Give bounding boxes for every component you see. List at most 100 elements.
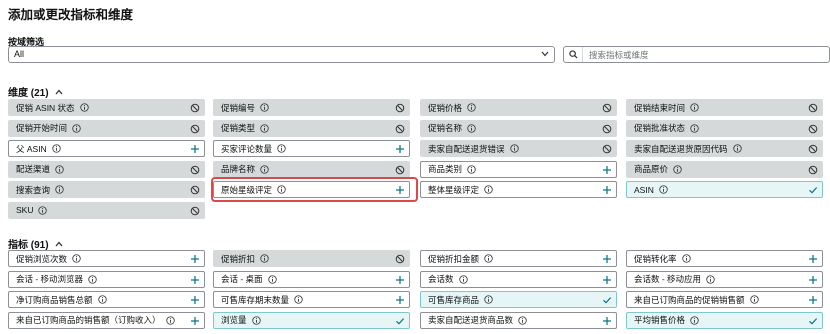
metrics-item[interactable]: 卖家自配送退货商品数 <box>420 311 617 329</box>
info-icon[interactable] <box>458 274 468 284</box>
info-icon[interactable] <box>52 144 61 153</box>
metrics-item[interactable]: 促销浏览次数 <box>8 250 205 267</box>
metrics-item[interactable]: 净订购商品销售总额 <box>8 291 205 308</box>
dimensions-section-header[interactable]: 维度 (21) <box>8 84 63 99</box>
dimensions-item[interactable]: 商品类别 <box>420 160 617 178</box>
dimensions-item: 促销结束时间 <box>626 99 823 116</box>
info-icon[interactable] <box>690 315 699 325</box>
info-icon[interactable] <box>72 254 81 263</box>
plus-icon[interactable] <box>395 295 405 305</box>
metrics-item[interactable]: 来自已订购商品的销售额（订购收入） <box>8 311 205 329</box>
check-icon[interactable] <box>395 316 405 326</box>
blocked-icon <box>190 165 200 175</box>
metrics-section-title: 指标 (91) <box>8 240 49 251</box>
info-icon[interactable] <box>690 123 699 133</box>
plus-icon[interactable] <box>602 254 612 264</box>
dimensions-item: 促销开始时间 <box>8 119 205 137</box>
info-icon[interactable] <box>467 123 476 133</box>
plus-icon[interactable] <box>602 316 612 326</box>
dimensions-item-label: 商品原价 <box>634 164 669 174</box>
info-icon[interactable] <box>55 164 64 174</box>
plus-icon[interactable] <box>190 254 200 264</box>
info-icon[interactable] <box>484 254 493 263</box>
info-icon[interactable] <box>673 164 682 174</box>
info-icon[interactable] <box>260 103 269 112</box>
check-icon[interactable] <box>808 316 818 326</box>
search-icon[interactable] <box>564 47 583 62</box>
dimensions-item-label: 卖家自配送退货错误 <box>428 143 505 154</box>
metrics-section-header[interactable]: 指标 (91) <box>8 236 63 251</box>
search-box[interactable]: 搜索指标或维度 <box>563 46 830 63</box>
info-icon[interactable] <box>749 295 759 304</box>
chevron-up-icon[interactable] <box>55 241 63 247</box>
plus-icon[interactable] <box>190 144 200 154</box>
info-icon[interactable] <box>38 205 48 215</box>
info-icon[interactable] <box>88 274 97 284</box>
plus-icon[interactable] <box>190 275 200 285</box>
metrics-item[interactable]: 促销折扣金额 <box>420 250 617 267</box>
info-icon[interactable] <box>518 315 527 325</box>
metrics-item[interactable]: 促销转化率 <box>626 250 823 267</box>
dimensions-item[interactable]: ASIN <box>626 181 823 198</box>
metrics-item-label: 促销浏览次数 <box>16 253 68 264</box>
info-icon[interactable] <box>484 185 493 194</box>
info-icon[interactable] <box>260 254 269 263</box>
dimensions-item[interactable]: 整体星级评定 <box>420 181 617 198</box>
info-icon[interactable] <box>467 164 476 174</box>
metrics-item[interactable]: 可售库存期末数量 <box>213 291 410 308</box>
plus-icon[interactable] <box>395 144 405 154</box>
info-icon[interactable] <box>277 144 286 153</box>
plus-icon[interactable] <box>190 295 200 305</box>
search-input[interactable]: 搜索指标或维度 <box>583 49 649 61</box>
plus-icon[interactable] <box>602 275 612 285</box>
info-icon[interactable] <box>97 295 107 304</box>
info-icon[interactable] <box>732 144 742 153</box>
info-icon[interactable] <box>165 315 175 325</box>
info-icon[interactable] <box>706 274 715 284</box>
metrics-item[interactable]: 浏览量 <box>213 311 410 329</box>
dimensions-item[interactable]: 父 ASIN <box>8 140 205 157</box>
info-icon[interactable] <box>467 103 476 112</box>
info-icon[interactable] <box>509 144 519 153</box>
metrics-item[interactable]: 会话数 <box>420 270 617 288</box>
metrics-item[interactable]: 平均销售价格 <box>626 311 823 329</box>
info-icon[interactable] <box>267 274 277 284</box>
plus-icon[interactable] <box>395 275 405 285</box>
dimensions-item[interactable]: 买家评论数量 <box>213 140 410 157</box>
blocked-icon <box>808 144 818 154</box>
metrics-item[interactable]: 会话 - 移动浏览器 <box>8 270 205 288</box>
plus-icon[interactable] <box>190 316 200 326</box>
check-icon[interactable] <box>602 295 612 305</box>
plus-icon[interactable] <box>602 185 612 195</box>
dimensions-item: 搜索查询 <box>8 181 205 198</box>
info-icon[interactable] <box>294 295 303 304</box>
check-icon[interactable] <box>808 185 818 195</box>
domain-filter-select[interactable]: All <box>8 46 555 63</box>
info-icon[interactable] <box>484 295 493 304</box>
info-icon[interactable] <box>690 103 699 112</box>
plus-icon[interactable] <box>602 165 612 175</box>
info-icon[interactable] <box>79 103 89 112</box>
info-icon[interactable] <box>72 123 81 133</box>
info-icon[interactable] <box>681 254 691 263</box>
info-icon[interactable] <box>659 185 668 194</box>
dimensions-section-title: 维度 (21) <box>8 88 49 99</box>
highlight-box <box>211 177 418 202</box>
metrics-item-label: 会话 - 桌面 <box>221 274 263 284</box>
metrics-item[interactable]: 可售库存商品 <box>420 291 617 308</box>
dimensions-item: 促销价格 <box>420 99 617 116</box>
chevron-up-icon[interactable] <box>55 89 63 95</box>
plus-icon[interactable] <box>808 295 818 305</box>
plus-icon[interactable] <box>808 275 818 285</box>
dimensions-item-label: 父 ASIN <box>16 143 47 154</box>
info-icon[interactable] <box>260 164 269 174</box>
metrics-item[interactable]: 会话数 - 移动应用 <box>626 270 823 288</box>
dimensions-item-label: 促销类型 <box>221 123 256 133</box>
metrics-item[interactable]: 会话 - 桌面 <box>213 270 410 288</box>
dimensions-item-label: 品牌名称 <box>221 164 256 174</box>
info-icon[interactable] <box>55 185 64 194</box>
plus-icon[interactable] <box>808 254 818 264</box>
info-icon[interactable] <box>260 123 269 133</box>
info-icon[interactable] <box>251 315 261 325</box>
metrics-item[interactable]: 来自已订购商品的促销销售额 <box>626 291 823 308</box>
